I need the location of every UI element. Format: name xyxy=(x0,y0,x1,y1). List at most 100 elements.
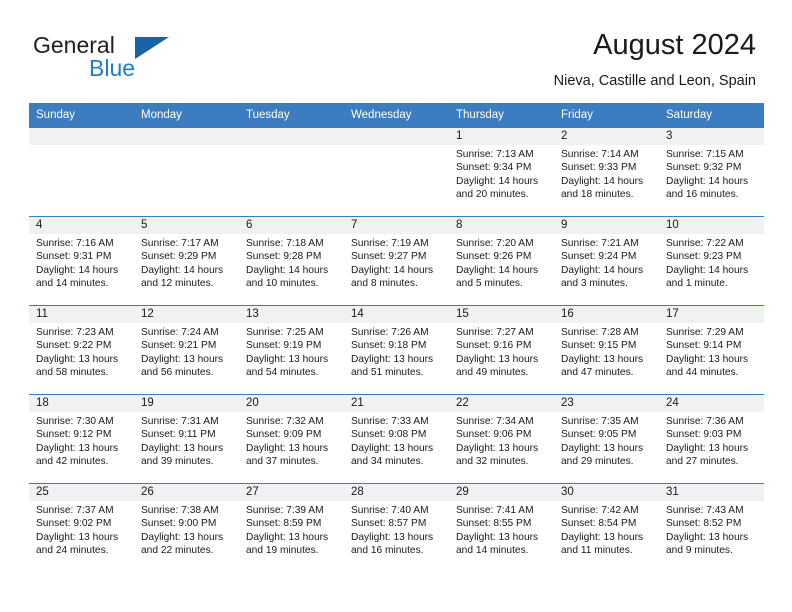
weekday-header-friday: Friday xyxy=(554,103,659,128)
daylight-text-line2: and 16 minutes. xyxy=(351,545,424,557)
day-number: 24 xyxy=(659,395,764,412)
calendar-day-cell[interactable]: 14 Sunrise: 7:26 AM Sunset: 9:18 PM Dayligh… xyxy=(344,305,449,395)
calendar-day-cell[interactable]: 10 Sunrise: 7:22 AM Sunset: 9:23 PM Dayligh… xyxy=(659,216,764,306)
day-cell-inner: 23 Sunrise: 7:35 AM Sunset: 9:05 PM Dayligh… xyxy=(554,395,659,483)
sunrise-text: Sunrise: 7:24 AM xyxy=(141,327,219,338)
calendar-day-cell[interactable]: 20 Sunrise: 7:32 AM Sunset: 9:09 PM Dayligh… xyxy=(239,394,344,484)
day-cell-inner: 31 Sunrise: 7:43 AM Sunset: 8:52 PM Dayligh… xyxy=(659,484,764,572)
calendar-grid: Sunday Monday Tuesday Wednesday Thursday… xyxy=(29,103,764,572)
calendar-day-cell[interactable]: 27 Sunrise: 7:39 AM Sunset: 8:59 PM Dayligh… xyxy=(239,483,344,572)
calendar-day-cell[interactable]: 31 Sunrise: 7:43 AM Sunset: 8:52 PM Dayligh… xyxy=(659,483,764,572)
day-details: Sunrise: 7:27 AM Sunset: 9:16 PM Daylight:… xyxy=(449,323,554,380)
sunrise-text: Sunrise: 7:16 AM xyxy=(36,238,114,249)
sunrise-text: Sunrise: 7:40 AM xyxy=(351,505,429,516)
sunset-text: Sunset: 9:31 PM xyxy=(36,251,112,263)
day-number: 11 xyxy=(29,306,134,323)
calendar-day-cell[interactable]: 12 Sunrise: 7:24 AM Sunset: 9:21 PM Dayligh… xyxy=(134,305,239,395)
calendar-day-cell[interactable]: 19 Sunrise: 7:31 AM Sunset: 9:11 PM Dayligh… xyxy=(134,394,239,484)
sunset-text: Sunset: 9:16 PM xyxy=(456,340,532,352)
sunrise-text: Sunrise: 7:32 AM xyxy=(246,416,324,427)
calendar-day-cell[interactable]: 6 Sunrise: 7:18 AM Sunset: 9:28 PM Daylight… xyxy=(239,216,344,306)
sunset-text: Sunset: 9:21 PM xyxy=(141,340,217,352)
calendar-day-cell[interactable]: 26 Sunrise: 7:38 AM Sunset: 9:00 PM Dayligh… xyxy=(134,483,239,572)
daylight-text-line2: and 39 minutes. xyxy=(141,456,214,468)
calendar-day-cell[interactable]: 30 Sunrise: 7:42 AM Sunset: 8:54 PM Dayligh… xyxy=(554,483,659,572)
daylight-text-line2: and 14 minutes. xyxy=(456,545,529,557)
daylight-text-line1: Daylight: 14 hours xyxy=(666,175,749,187)
daylight-text-line2: and 51 minutes. xyxy=(351,367,424,379)
day-cell-inner: 25 Sunrise: 7:37 AM Sunset: 9:02 PM Dayligh… xyxy=(29,484,134,572)
day-number: 28 xyxy=(344,484,449,501)
daylight-text-line2: and 20 minutes. xyxy=(456,189,529,201)
calendar-day-cell[interactable]: 21 Sunrise: 7:33 AM Sunset: 9:08 PM Dayligh… xyxy=(344,394,449,484)
calendar-day-cell[interactable]: 18 Sunrise: 7:30 AM Sunset: 9:12 PM Dayligh… xyxy=(29,394,134,484)
sunset-text: Sunset: 9:33 PM xyxy=(561,162,637,174)
sunrise-text: Sunrise: 7:13 AM xyxy=(456,149,534,160)
calendar-day-cell[interactable]: 1 Sunrise: 7:13 AM Sunset: 9:34 PM Daylight… xyxy=(449,128,554,217)
day-number: 9 xyxy=(554,217,659,234)
calendar-day-cell[interactable]: 5 Sunrise: 7:17 AM Sunset: 9:29 PM Daylight… xyxy=(134,216,239,306)
sunset-text: Sunset: 9:12 PM xyxy=(36,429,112,441)
calendar-day-cell[interactable]: 22 Sunrise: 7:34 AM Sunset: 9:06 PM Dayligh… xyxy=(449,394,554,484)
sunrise-text: Sunrise: 7:20 AM xyxy=(456,238,534,249)
sunrise-text: Sunrise: 7:17 AM xyxy=(141,238,219,249)
calendar-day-cell[interactable]: 8 Sunrise: 7:20 AM Sunset: 9:26 PM Daylight… xyxy=(449,216,554,306)
calendar-week-row: 1 Sunrise: 7:13 AM Sunset: 9:34 PM Daylight… xyxy=(29,128,764,217)
calendar-day-cell[interactable]: 3 Sunrise: 7:15 AM Sunset: 9:32 PM Daylight… xyxy=(659,128,764,217)
sunset-text: Sunset: 9:29 PM xyxy=(141,251,217,263)
daylight-text-line1: Daylight: 13 hours xyxy=(561,442,644,454)
calendar-day-cell[interactable]: 17 Sunrise: 7:29 AM Sunset: 9:14 PM Dayligh… xyxy=(659,305,764,395)
calendar-day-cell[interactable]: 13 Sunrise: 7:25 AM Sunset: 9:19 PM Dayligh… xyxy=(239,305,344,395)
day-cell-inner: 10 Sunrise: 7:22 AM Sunset: 9:23 PM Dayligh… xyxy=(659,217,764,305)
calendar-day-cell[interactable]: 25 Sunrise: 7:37 AM Sunset: 9:02 PM Dayligh… xyxy=(29,483,134,572)
day-cell-inner: 8 Sunrise: 7:20 AM Sunset: 9:26 PM Daylight… xyxy=(449,217,554,305)
daylight-text-line1: Daylight: 13 hours xyxy=(666,442,749,454)
day-number: 18 xyxy=(29,395,134,412)
sunrise-text: Sunrise: 7:28 AM xyxy=(561,327,639,338)
general-blue-logo[interactable]: General Blue xyxy=(33,33,253,85)
calendar-day-cell-empty xyxy=(239,128,344,217)
daylight-text-line2: and 5 minutes. xyxy=(456,278,523,290)
sunset-text: Sunset: 9:08 PM xyxy=(351,429,427,441)
sunset-text: Sunset: 9:00 PM xyxy=(141,518,217,530)
daylight-text-line1: Daylight: 13 hours xyxy=(36,531,119,543)
daylight-text-line1: Daylight: 13 hours xyxy=(351,442,434,454)
daylight-text-line1: Daylight: 13 hours xyxy=(561,353,644,365)
day-cell-inner: 9 Sunrise: 7:21 AM Sunset: 9:24 PM Daylight… xyxy=(554,217,659,305)
calendar-day-cell[interactable]: 7 Sunrise: 7:19 AM Sunset: 9:27 PM Daylight… xyxy=(344,216,449,306)
day-number: 4 xyxy=(29,217,134,234)
calendar-day-cell[interactable]: 9 Sunrise: 7:21 AM Sunset: 9:24 PM Daylight… xyxy=(554,216,659,306)
day-details: Sunrise: 7:15 AM Sunset: 9:32 PM Daylight:… xyxy=(659,145,764,202)
day-details: Sunrise: 7:17 AM Sunset: 9:29 PM Daylight:… xyxy=(134,234,239,291)
day-cell-inner: 1 Sunrise: 7:13 AM Sunset: 9:34 PM Daylight… xyxy=(449,128,554,216)
daylight-text-line1: Daylight: 14 hours xyxy=(561,175,644,187)
calendar-day-cell[interactable]: 15 Sunrise: 7:27 AM Sunset: 9:16 PM Dayligh… xyxy=(449,305,554,395)
day-details: Sunrise: 7:23 AM Sunset: 9:22 PM Daylight:… xyxy=(29,323,134,380)
calendar-day-cell[interactable]: 16 Sunrise: 7:28 AM Sunset: 9:15 PM Dayligh… xyxy=(554,305,659,395)
day-details: Sunrise: 7:36 AM Sunset: 9:03 PM Daylight:… xyxy=(659,412,764,469)
calendar-day-cell[interactable]: 11 Sunrise: 7:23 AM Sunset: 9:22 PM Dayligh… xyxy=(29,305,134,395)
calendar-day-cell[interactable]: 29 Sunrise: 7:41 AM Sunset: 8:55 PM Dayligh… xyxy=(449,483,554,572)
daylight-text-line2: and 8 minutes. xyxy=(351,278,418,290)
daylight-text-line1: Daylight: 13 hours xyxy=(456,353,539,365)
sunrise-text: Sunrise: 7:42 AM xyxy=(561,505,639,516)
daylight-text-line2: and 58 minutes. xyxy=(36,367,109,379)
sunrise-text: Sunrise: 7:23 AM xyxy=(36,327,114,338)
calendar-day-cell[interactable]: 24 Sunrise: 7:36 AM Sunset: 9:03 PM Dayligh… xyxy=(659,394,764,484)
day-details: Sunrise: 7:24 AM Sunset: 9:21 PM Daylight:… xyxy=(134,323,239,380)
day-number: 20 xyxy=(239,395,344,412)
weekday-header-wednesday: Wednesday xyxy=(344,103,449,128)
calendar-day-cell[interactable]: 23 Sunrise: 7:35 AM Sunset: 9:05 PM Dayligh… xyxy=(554,394,659,484)
calendar-day-cell[interactable]: 2 Sunrise: 7:14 AM Sunset: 9:33 PM Daylight… xyxy=(554,128,659,217)
daylight-text-line2: and 19 minutes. xyxy=(246,545,319,557)
sunset-text: Sunset: 8:55 PM xyxy=(456,518,532,530)
day-cell-inner xyxy=(134,128,239,216)
sunrise-text: Sunrise: 7:15 AM xyxy=(666,149,744,160)
day-details: Sunrise: 7:16 AM Sunset: 9:31 PM Daylight:… xyxy=(29,234,134,291)
daylight-text-line2: and 22 minutes. xyxy=(141,545,214,557)
sunset-text: Sunset: 9:32 PM xyxy=(666,162,742,174)
calendar-day-cell[interactable]: 4 Sunrise: 7:16 AM Sunset: 9:31 PM Daylight… xyxy=(29,216,134,306)
sunset-text: Sunset: 9:28 PM xyxy=(246,251,322,263)
daylight-text-line2: and 18 minutes. xyxy=(561,189,634,201)
calendar-day-cell[interactable]: 28 Sunrise: 7:40 AM Sunset: 8:57 PM Dayligh… xyxy=(344,483,449,572)
